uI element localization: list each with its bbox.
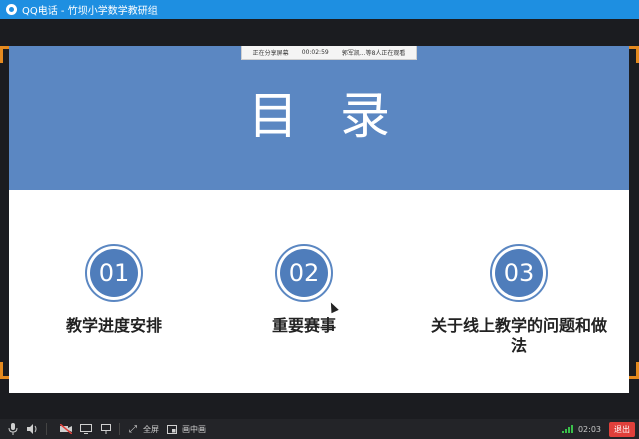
share-status: 正在分享屏幕 bbox=[252, 50, 289, 57]
agenda-item: 03 关于线上教学的问题和做法 bbox=[419, 244, 619, 356]
screen-share-status-bar[interactable]: 正在分享屏幕 00:02:59 郭军凯...等8人正在观看 bbox=[241, 46, 417, 60]
agenda-number: 01 bbox=[90, 249, 138, 297]
agenda-label: 教学进度安排 bbox=[65, 316, 162, 335]
number-ring: 02 bbox=[275, 244, 333, 302]
fullscreen-icon[interactable]: ⤢ bbox=[126, 422, 140, 436]
toolbar-divider bbox=[46, 423, 47, 435]
agenda-item: 01 教学进度安排 bbox=[14, 244, 214, 336]
speaker-icon[interactable] bbox=[26, 422, 40, 436]
share-viewers: 郭军凯...等8人正在观看 bbox=[341, 50, 406, 57]
share-timer: 00:02:59 bbox=[301, 49, 329, 56]
share-screen-icon[interactable] bbox=[79, 422, 93, 436]
agenda-item: 02 重要赛事 bbox=[204, 244, 404, 336]
toolbar-divider bbox=[119, 423, 120, 435]
qq-call-icon bbox=[6, 4, 17, 15]
agenda-number: 02 bbox=[280, 249, 328, 297]
window-title: QQ电话 - 竹坝小学数学教研组 bbox=[22, 6, 158, 17]
whiteboard-icon[interactable] bbox=[99, 422, 113, 436]
slide-heading: 目录 bbox=[248, 87, 432, 145]
picture-in-picture-icon[interactable] bbox=[165, 422, 179, 436]
title-bar: QQ电话 - 竹坝小学数学教研组 bbox=[0, 0, 639, 19]
microphone-icon[interactable] bbox=[6, 422, 20, 436]
picture-in-picture-button[interactable]: 画中画 bbox=[182, 424, 206, 435]
call-toolbar: ⤢ 全屏 画中画 02:03 退出 bbox=[0, 419, 639, 439]
shared-screen-view: 目录 正在分享屏幕 00:02:59 郭军凯...等8人正在观看 01 教学进度… bbox=[0, 19, 639, 419]
agenda-number: 03 bbox=[495, 249, 543, 297]
agenda-label: 重要赛事 bbox=[271, 316, 336, 335]
number-ring: 03 bbox=[490, 244, 548, 302]
signal-strength-icon bbox=[561, 425, 574, 433]
number-ring: 01 bbox=[85, 244, 143, 302]
call-duration: 02:03 bbox=[577, 424, 601, 434]
exit-button[interactable]: 退出 bbox=[609, 421, 635, 437]
camera-off-icon[interactable] bbox=[59, 422, 73, 436]
presentation-slide: 目录 正在分享屏幕 00:02:59 郭军凯...等8人正在观看 01 教学进度… bbox=[9, 46, 629, 393]
fullscreen-button[interactable]: 全屏 bbox=[143, 424, 159, 435]
agenda-label: 关于线上教学的问题和做法 bbox=[430, 316, 607, 355]
